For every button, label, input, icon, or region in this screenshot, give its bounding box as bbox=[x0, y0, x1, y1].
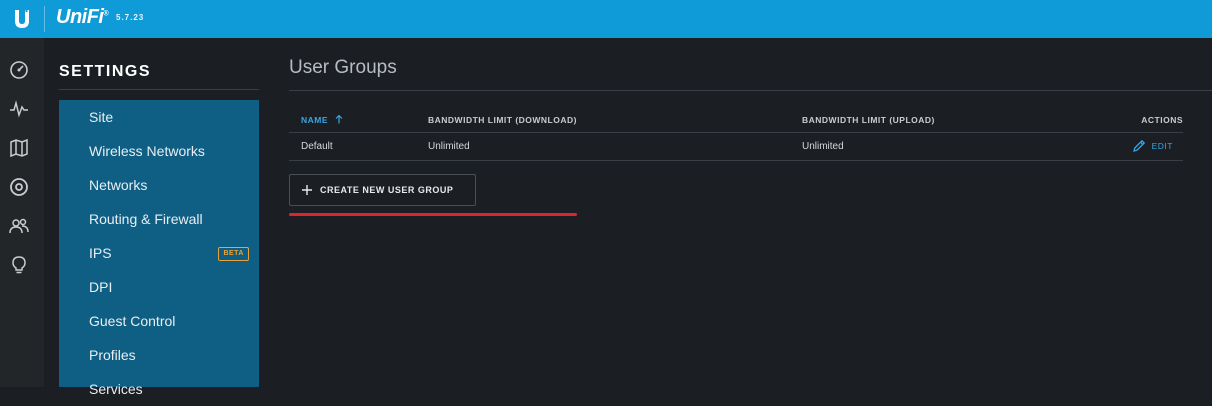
cell-download: Unlimited bbox=[428, 141, 470, 152]
menu-item-routing-firewall[interactable]: Routing & Firewall bbox=[59, 202, 259, 236]
menu-item-label: Wireless Networks bbox=[89, 143, 205, 159]
menu-item-guest-control[interactable]: Guest Control bbox=[59, 304, 259, 338]
main-content: User Groups NAME BANDWIDTH LIMIT (DOWNLO… bbox=[259, 38, 1212, 387]
dashboard-icon[interactable] bbox=[9, 60, 29, 80]
clients-icon[interactable] bbox=[9, 216, 29, 236]
page-title: User Groups bbox=[289, 57, 397, 78]
menu-item-label: Routing & Firewall bbox=[89, 211, 203, 227]
map-icon[interactable] bbox=[9, 138, 29, 158]
create-user-group-button[interactable]: CREATE NEW USER GROUP bbox=[289, 174, 476, 206]
menu-item-label: Site bbox=[89, 109, 114, 125]
menu-item-dpi[interactable]: DPI bbox=[59, 270, 259, 304]
sort-ascending-icon bbox=[335, 114, 343, 124]
menu-item-networks[interactable]: Networks bbox=[59, 168, 259, 202]
menu-item-profiles[interactable]: Profiles bbox=[59, 338, 259, 372]
menu-item-site[interactable]: Site bbox=[59, 100, 259, 134]
menu-item-label: Guest Control bbox=[89, 313, 176, 329]
menu-item-services[interactable]: Services bbox=[59, 372, 259, 406]
table-row: Default Unlimited Unlimited EDIT bbox=[289, 133, 1183, 161]
column-header-name[interactable]: NAME bbox=[301, 114, 343, 125]
version-label: 5.7.23 bbox=[116, 13, 145, 22]
menu-item-wireless-networks[interactable]: Wireless Networks bbox=[59, 134, 259, 168]
column-header-download[interactable]: BANDWIDTH LIMIT (DOWNLOAD) bbox=[428, 115, 577, 125]
edit-label: EDIT bbox=[1151, 141, 1173, 151]
insights-icon[interactable] bbox=[9, 255, 29, 275]
menu-item-label: DPI bbox=[89, 279, 113, 295]
ubiquiti-logo-icon[interactable] bbox=[0, 0, 44, 38]
brand-logo[interactable]: UniFi® bbox=[56, 6, 109, 29]
menu-item-ips[interactable]: IPS BETA bbox=[59, 236, 259, 270]
menu-item-label: Profiles bbox=[89, 347, 136, 363]
column-header-actions: ACTIONS bbox=[1141, 115, 1183, 125]
settings-panel: SETTINGS Site Wireless Networks Networks… bbox=[44, 38, 259, 397]
nav-rail bbox=[0, 38, 45, 387]
edit-button[interactable]: EDIT bbox=[1132, 139, 1173, 153]
topbar-divider bbox=[44, 6, 45, 32]
top-bar: UniFi® 5.7.23 bbox=[0, 0, 1212, 38]
divider bbox=[289, 90, 1212, 91]
column-header-upload[interactable]: BANDWIDTH LIMIT (UPLOAD) bbox=[802, 115, 935, 125]
divider bbox=[59, 89, 259, 90]
statistics-icon[interactable] bbox=[9, 99, 29, 119]
devices-icon[interactable] bbox=[9, 177, 29, 197]
divider bbox=[289, 160, 1183, 161]
create-user-group-label: CREATE NEW USER GROUP bbox=[320, 185, 454, 195]
pencil-icon bbox=[1132, 139, 1145, 152]
settings-menu: Site Wireless Networks Networks Routing … bbox=[59, 100, 259, 397]
brand-name: UniFi bbox=[56, 6, 104, 28]
menu-item-label: Services bbox=[89, 381, 143, 397]
cell-upload: Unlimited bbox=[802, 141, 844, 152]
beta-badge: BETA bbox=[218, 247, 249, 261]
menu-item-label: Networks bbox=[89, 177, 148, 193]
cell-name: Default bbox=[301, 141, 333, 152]
plus-icon bbox=[302, 185, 312, 195]
menu-item-label: IPS bbox=[89, 245, 112, 261]
highlight-underline bbox=[289, 213, 577, 216]
column-header-label: NAME bbox=[301, 115, 329, 125]
settings-title: SETTINGS bbox=[59, 63, 152, 80]
